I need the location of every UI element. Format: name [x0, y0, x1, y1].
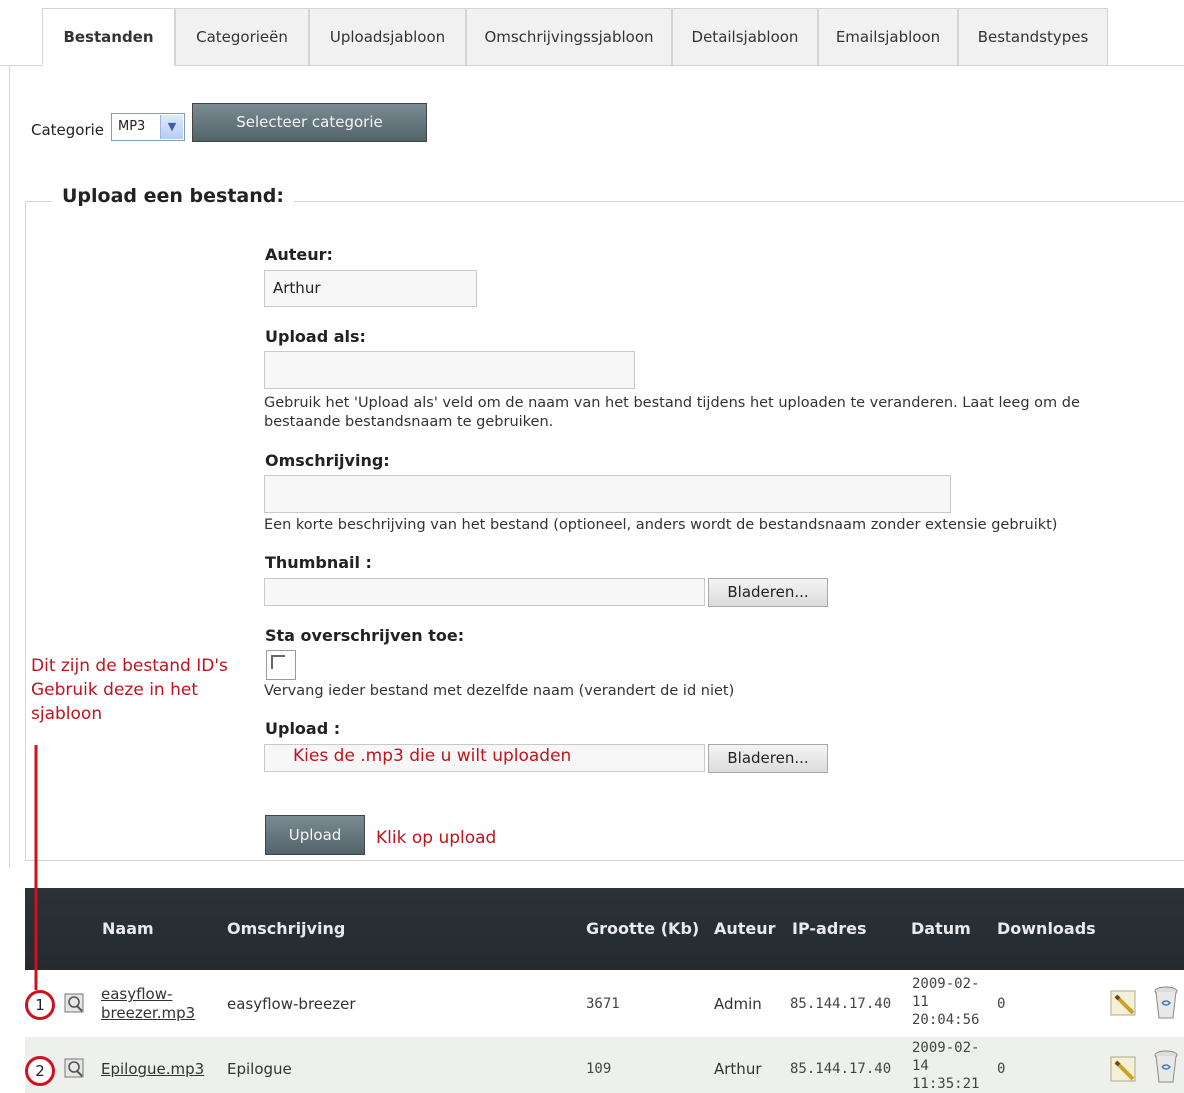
row-ip: 85.144.17.40	[790, 1061, 892, 1077]
upload-button[interactable]: Upload	[265, 815, 365, 855]
column-header-author[interactable]: Auteur	[714, 919, 776, 938]
tab-emailsjabloon[interactable]: Emailsjabloon	[818, 8, 958, 65]
chevron-down-icon[interactable]: ▼	[160, 115, 183, 139]
thumbnail-file-input[interactable]	[264, 578, 705, 606]
column-header-description[interactable]: Omschrijving	[227, 919, 345, 938]
row-description: easyflow-breezer	[227, 995, 356, 1013]
delete-icon[interactable]	[1153, 1049, 1179, 1089]
category-select-value: MP3	[118, 119, 146, 134]
row-date-line-3: 11:35:21	[912, 1076, 980, 1092]
description-input[interactable]	[264, 475, 951, 513]
column-header-downloads[interactable]: Downloads	[997, 919, 1096, 938]
delete-icon[interactable]	[1153, 985, 1179, 1025]
file-link-epilogue[interactable]: Epilogue.mp3	[101, 1060, 204, 1079]
upload-as-input[interactable]	[264, 351, 635, 389]
overwrite-label: Sta overschrijven toe:	[265, 626, 465, 645]
column-header-name[interactable]: Naam	[102, 919, 154, 938]
row-date: 2009-02- 14 11:35:21	[912, 1039, 992, 1093]
upload-browse-button[interactable]: Bladeren...	[708, 744, 828, 773]
choose-mp3-annotation: Kies de .mp3 die u wilt uploaden	[293, 746, 572, 766]
click-upload-annotation: Klik op upload	[376, 828, 497, 848]
file-link-easyflow[interactable]: easyflow- breezer.mp3	[101, 985, 195, 1023]
select-category-button[interactable]: Selecteer categorie	[192, 103, 427, 142]
overwrite-checkbox[interactable]	[266, 650, 296, 680]
ids-annotation-line-2: Gebruik deze in het	[31, 680, 198, 700]
row-size: 3671	[586, 996, 620, 1012]
row-downloads: 0	[997, 996, 1006, 1012]
thumbnail-browse-button[interactable]: Bladeren...	[708, 578, 828, 607]
checkbox-inset	[271, 655, 285, 669]
tab-bestanden[interactable]: Bestanden	[42, 8, 175, 66]
row-id-badge: 1	[25, 990, 55, 1020]
author-input[interactable]: Arthur	[264, 270, 477, 307]
row-downloads: 0	[997, 1061, 1006, 1077]
row-date-line-3: 20:04:56	[912, 1012, 980, 1028]
description-hint: Een korte beschrijving van het bestand (…	[264, 517, 1058, 533]
edit-icon[interactable]	[1109, 1054, 1139, 1088]
tab-detailsjabloon[interactable]: Detailsjabloon	[672, 8, 818, 65]
tab-bestandstypes[interactable]: Bestandstypes	[958, 8, 1108, 65]
row-size: 109	[586, 1061, 612, 1077]
row-date: 2009-02- 11 20:04:56	[912, 975, 979, 1029]
description-label: Omschrijving:	[265, 451, 390, 470]
row-author: Arthur	[714, 1060, 762, 1078]
category-select[interactable]: MP3 ▼	[111, 113, 185, 141]
row-date-line-1: 2009-02-	[912, 1040, 980, 1056]
upload-as-label: Upload als:	[265, 327, 366, 346]
ids-annotation-line-3: sjabloon	[31, 704, 103, 724]
row-description: Epilogue	[227, 1060, 292, 1078]
tab-bar: Bestanden Categorieën Uploadsjabloon Oms…	[42, 8, 1108, 66]
thumbnail-label: Thumbnail :	[265, 553, 372, 572]
ids-annotation: Dit zijn de bestand ID's Gebruik deze in…	[31, 654, 228, 726]
file-link-line-1: easyflow-	[101, 985, 173, 1003]
row-date-line-1: 2009-02-	[912, 976, 980, 992]
row-date-line-2: 14	[912, 1058, 929, 1074]
tab-categorieen[interactable]: Categorieën	[175, 8, 309, 65]
tab-uploadsjabloon[interactable]: Uploadsjabloon	[309, 8, 466, 65]
column-header-ip[interactable]: IP-adres	[792, 919, 867, 938]
overwrite-hint: Vervang ieder bestand met dezelfde naam …	[264, 683, 735, 699]
tab-omschrijvingssjabloon[interactable]: Omschrijvingssjabloon	[466, 8, 672, 65]
row-date-clip: 2009-02- 14 11:35:21	[912, 1039, 992, 1093]
edit-icon[interactable]	[1109, 988, 1139, 1022]
row-author: Admin	[714, 995, 762, 1013]
row-id-badge: 2	[25, 1056, 55, 1086]
upload-label: Upload :	[265, 719, 341, 738]
author-label: Auteur:	[265, 245, 333, 264]
file-link-line-2: breezer.mp3	[101, 1004, 196, 1022]
column-header-date[interactable]: Datum	[911, 919, 971, 938]
upload-legend: Upload een bestand:	[52, 185, 294, 207]
row-date-line-2: 11	[912, 994, 929, 1010]
ids-annotation-line-1: Dit zijn de bestand ID's	[31, 656, 228, 676]
view-icon[interactable]	[64, 992, 86, 1018]
view-icon[interactable]	[64, 1057, 86, 1083]
category-label: Categorie	[31, 121, 105, 139]
column-header-size[interactable]: Grootte (Kb)	[586, 919, 699, 938]
row-ip: 85.144.17.40	[790, 996, 892, 1012]
content-frame-border	[9, 66, 10, 868]
upload-as-hint: Gebruik het 'Upload als' veld om de naam…	[264, 395, 1080, 430]
